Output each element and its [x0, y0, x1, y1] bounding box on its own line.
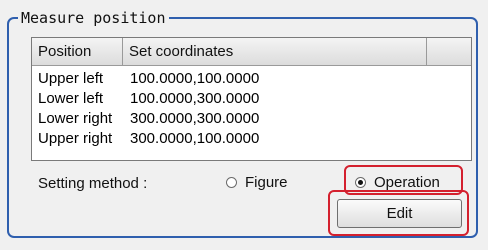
measure-position-panel: Measure position Position Set coordinate… — [0, 0, 488, 250]
edit-button[interactable]: Edit — [337, 199, 462, 228]
radio-figure-label: Figure — [245, 174, 288, 191]
cell-position: Lower right — [38, 110, 113, 127]
column-header-position[interactable]: Position — [32, 38, 123, 65]
cell-coordinates: 300.0000,300.0000 — [130, 110, 260, 127]
cell-position: Upper left — [38, 70, 104, 87]
table-row[interactable]: Lower left 100.0000,300.0000 — [32, 89, 471, 109]
radio-operation-label: Operation — [374, 174, 440, 191]
radio-checked-icon[interactable] — [355, 177, 366, 188]
cell-coordinates: 100.0000,300.0000 — [130, 90, 260, 107]
column-header-set-coordinates[interactable]: Set coordinates — [123, 38, 427, 65]
setting-method-label: Setting method : — [38, 175, 148, 192]
coordinates-list[interactable]: Position Set coordinates Upper left 100.… — [31, 37, 472, 161]
cell-position: Lower left — [38, 90, 104, 107]
table-row[interactable]: Upper left 100.0000,100.0000 — [32, 69, 471, 89]
radio-operation[interactable]: Operation — [355, 174, 440, 191]
cell-coordinates: 100.0000,100.0000 — [130, 70, 260, 87]
cell-coordinates: 300.0000,100.0000 — [130, 130, 260, 147]
table-row[interactable]: Lower right 300.0000,300.0000 — [32, 109, 471, 129]
column-header-extra[interactable] — [427, 38, 471, 65]
radio-figure[interactable]: Figure — [226, 174, 288, 191]
list-header: Position Set coordinates — [32, 38, 471, 66]
table-row[interactable]: Upper right 300.0000,100.0000 — [32, 129, 471, 149]
cell-position: Upper right — [38, 130, 113, 147]
group-title: Measure position — [18, 9, 169, 27]
radio-unchecked-icon[interactable] — [226, 177, 237, 188]
